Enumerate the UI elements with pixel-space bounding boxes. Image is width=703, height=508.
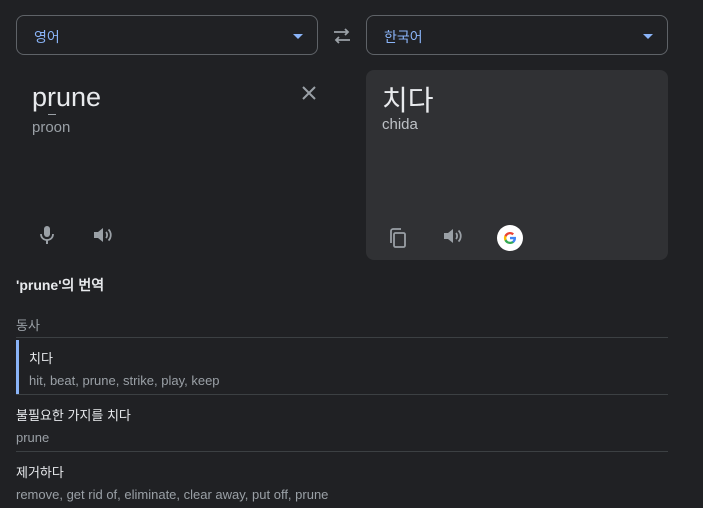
part-of-speech-label: 동사 xyxy=(16,318,40,333)
entry-synonyms: remove, get rid of, eliminate, clear awa… xyxy=(16,487,329,502)
translated-transliteration: chida xyxy=(382,116,418,133)
entry-term: 제거하다 xyxy=(16,465,64,480)
entry-term: 치다 xyxy=(29,351,53,366)
swap-icon[interactable] xyxy=(330,25,354,47)
chevron-down-icon xyxy=(293,34,303,39)
divider xyxy=(16,451,668,452)
source-text[interactable]: prune xyxy=(32,82,101,113)
divider xyxy=(16,337,668,338)
dictionary-entry[interactable]: 불필요한 가지를 치다 prune xyxy=(16,405,131,445)
target-language-select[interactable]: 한국어 xyxy=(366,15,668,55)
mic-icon[interactable] xyxy=(35,223,59,247)
translated-text: 치다 xyxy=(382,85,434,116)
google-logo-icon[interactable] xyxy=(497,225,523,251)
selected-entry-indicator xyxy=(16,340,19,394)
copy-icon[interactable] xyxy=(386,226,410,250)
macron-mark xyxy=(48,114,56,115)
dictionary-entry[interactable]: 제거하다 remove, get rid of, eliminate, clea… xyxy=(16,462,328,502)
speaker-icon[interactable] xyxy=(91,223,115,247)
source-language-select[interactable]: 영어 xyxy=(16,15,318,55)
divider xyxy=(16,394,668,395)
entry-synonyms: hit, beat, prune, strike, play, keep xyxy=(29,373,220,388)
translation-panel: 치다 chida xyxy=(366,70,668,260)
source-transliteration-text: proon xyxy=(32,119,71,136)
chevron-down-icon xyxy=(643,34,653,39)
entry-term: 불필요한 가지를 치다 xyxy=(16,408,131,423)
dictionary-entry[interactable]: 치다 hit, beat, prune, strike, play, keep xyxy=(29,348,220,388)
entry-synonyms: prune xyxy=(16,430,50,445)
dictionary-title: 'prune'의 번역 xyxy=(16,277,105,293)
speaker-icon[interactable] xyxy=(441,224,465,248)
source-transliteration: proon xyxy=(32,114,71,136)
target-language-label: 한국어 xyxy=(384,29,423,45)
source-language-label: 영어 xyxy=(34,29,60,45)
close-icon[interactable] xyxy=(299,83,319,103)
